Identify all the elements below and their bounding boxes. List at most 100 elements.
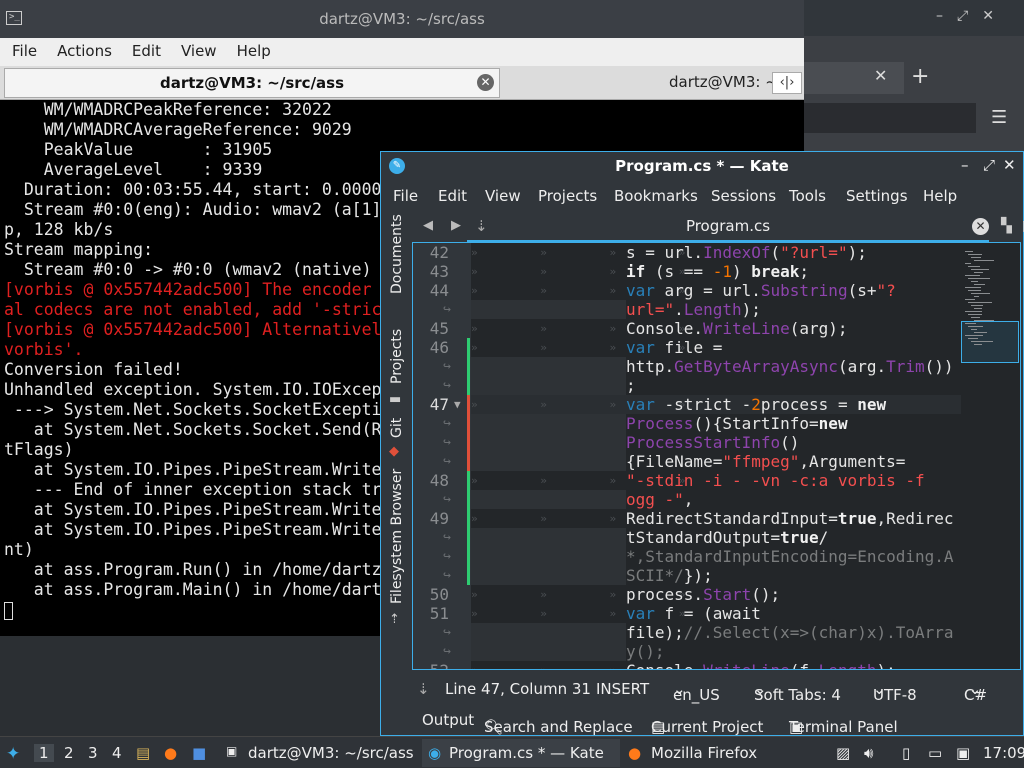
menu-bookmarks[interactable]: Bookmarks xyxy=(614,187,698,205)
close-tab-icon[interactable]: ✕ xyxy=(972,218,989,235)
terminal-tab-active[interactable]: dartz@VM3: ~/src/ass ✕ xyxy=(4,68,500,98)
menu-help[interactable]: Help xyxy=(923,187,957,205)
close-icon[interactable]: ✕ xyxy=(1003,156,1016,174)
code-line[interactable]: ↪ ProcessStartInfo() xyxy=(443,433,961,452)
tab-label: dartz@VM3: ~/ xyxy=(669,73,783,91)
split-view-icons[interactable]: ▚▯ xyxy=(1001,218,1024,234)
code-line[interactable]: 45 » » » » Console.WriteLine(arg); xyxy=(430,319,961,338)
code-line[interactable]: ↪ ogg -", xyxy=(443,490,961,509)
workspace-4[interactable]: 4 xyxy=(112,744,122,762)
tool-output[interactable]: Output xyxy=(422,711,474,729)
code-line[interactable]: 43 » » » » if (s == -1) break; xyxy=(430,262,961,281)
code-line[interactable]: 49 » » » » RedirectStandardInput=true,Redi… xyxy=(430,509,961,528)
code-line[interactable]: ↪ *,StandardInputEncoding=Encoding.A xyxy=(443,547,961,566)
firefox-launcher-icon[interactable]: ● xyxy=(164,744,177,762)
notes-icon[interactable]: ▯ xyxy=(902,744,910,762)
code-line[interactable]: ↪ y(); xyxy=(443,642,961,661)
tab-scroll-arrows[interactable]: ‹|› xyxy=(772,72,802,94)
side-tab-git[interactable]: Git xyxy=(389,418,405,438)
close-icon[interactable]: ✕ xyxy=(874,66,887,85)
whitespace-markers: » » » » xyxy=(471,265,714,278)
tray-icon[interactable]: ▣ xyxy=(956,744,970,762)
code-line[interactable]: 47 » » » » ▼ var -strict -2process = new xyxy=(430,395,961,414)
minimap[interactable] xyxy=(961,243,1020,669)
code-line[interactable]: 46 » » » » var file = xyxy=(430,338,961,357)
indent-setting[interactable]: Soft Tabs: 4 ⌄ xyxy=(754,680,841,704)
modified-line-marker xyxy=(467,452,470,471)
fold-arrow-icon[interactable]: ▼ xyxy=(454,395,461,414)
prev-doc-arrow[interactable]: ◀ xyxy=(423,218,433,233)
side-tab-documents[interactable]: Documents xyxy=(389,214,405,294)
terminal-tab-inactive[interactable]: dartz@VM3: ~/ xyxy=(503,68,783,98)
menu-edit[interactable]: Edit xyxy=(438,187,467,205)
workspace-2[interactable]: 2 xyxy=(64,744,74,762)
workspace-3[interactable]: 3 xyxy=(88,744,98,762)
maximize-icon[interactable]: ⤢ xyxy=(983,156,995,174)
hamburger-menu-icon[interactable]: ☰ xyxy=(991,107,1007,128)
code-line[interactable]: 42 » » » » s = url.IndexOf("?url="); xyxy=(430,243,961,262)
close-tab-icon[interactable]: ✕ xyxy=(477,74,494,91)
code-line[interactable]: ↪ url=".Length); xyxy=(443,300,961,319)
wrap-indent xyxy=(471,357,626,376)
firefox-url-bar[interactable] xyxy=(804,103,976,133)
code-line[interactable]: ↪ SCII*/}); xyxy=(443,566,961,585)
network-icon[interactable]: ▭ xyxy=(928,744,942,762)
menu-actions[interactable]: Actions xyxy=(47,38,122,60)
save-icon[interactable]: ⇣ xyxy=(475,217,488,235)
code-line[interactable]: 52» » » »Console.WriteLine(f.Length); xyxy=(430,661,961,669)
menu-edit[interactable]: Edit xyxy=(122,38,171,60)
code-text: var arg = url.Substring(s+"? xyxy=(626,281,896,300)
menu-help[interactable]: Help xyxy=(227,38,281,60)
minimap-line xyxy=(974,260,994,261)
code-editor[interactable]: 42» » » » s = url.IndexOf("?url="); 43» » … xyxy=(412,242,1021,670)
menu-file[interactable]: File xyxy=(0,38,47,60)
menu-settings[interactable]: Settings xyxy=(846,187,908,205)
menu-view[interactable]: View xyxy=(171,38,227,60)
minimize-icon[interactable]: – xyxy=(961,156,969,174)
background-window-controls[interactable]: –⤢✕ xyxy=(936,8,1008,24)
next-doc-arrow[interactable]: ▶ xyxy=(451,218,461,233)
menu-file[interactable]: File xyxy=(393,187,418,205)
task-terminal[interactable]: ▣ dartz@VM3: ~/src/ass xyxy=(222,739,418,767)
menu-projects[interactable]: Projects xyxy=(538,187,597,205)
code-line[interactable]: 48 » » » » "-stdin -i - -vn -c:a vorbis -f xyxy=(430,471,961,490)
desktop-icon[interactable]: ■ xyxy=(192,744,206,762)
clipboard-icon[interactable]: ▨ xyxy=(836,744,850,762)
code-line[interactable]: ↪; xyxy=(443,376,961,395)
kate-title-bar[interactable]: ✎ Program.cs * — Kate – ⤢ ✕ xyxy=(381,152,1023,182)
start-menu-icon[interactable]: ✦ xyxy=(6,744,20,764)
tab-program-cs[interactable]: Program.cs xyxy=(467,212,989,242)
cursor-position[interactable]: Line 47, Column 31 xyxy=(445,680,591,698)
task-kate[interactable]: ◉ Program.cs * — Kate xyxy=(422,739,620,767)
syntax-mode[interactable]: C# ⌄ xyxy=(964,680,987,704)
code-line[interactable]: ↪ http.GetByteArrayAsync(arg.Trim()) xyxy=(443,357,961,376)
workspace-1[interactable]: 1 xyxy=(34,744,54,762)
menu-tools[interactable]: Tools xyxy=(789,187,826,205)
code-line[interactable]: ↪ {FileName="ffmpeg",Arguments= xyxy=(443,452,961,471)
firefox-tab[interactable] xyxy=(804,62,904,94)
code-area[interactable]: 42» » » » s = url.IndexOf("?url="); 43» » … xyxy=(430,243,961,669)
code-line[interactable]: ↪ Process(){StartInfo=new xyxy=(443,414,961,433)
side-tab-filesystem-browser[interactable]: Filesystem Browser xyxy=(389,469,405,604)
clock[interactable]: 17:09 xyxy=(983,744,1024,762)
new-tab-icon[interactable]: + xyxy=(911,64,929,89)
file-manager-icon[interactable]: ▤ xyxy=(136,744,150,762)
encoding-setting[interactable]: UTF-8 ⌄ xyxy=(873,680,917,704)
volume-icon[interactable]: 🔊︎ xyxy=(864,744,873,762)
input-mode[interactable]: INSERT xyxy=(596,680,649,698)
code-line[interactable]: ↪ file);//.Select(x=>(char)x).ToArra xyxy=(443,623,961,642)
code-line[interactable]: 44 » » » » var arg = url.Substring(s+"? xyxy=(430,281,961,300)
terminal-title-bar[interactable]: >_ dartz@VM3: ~/src/ass xyxy=(0,0,804,38)
code-line[interactable]: 50 » » » » process.Start(); xyxy=(430,585,961,604)
side-tab-projects[interactable]: Projects xyxy=(389,329,405,384)
minimap-viewport[interactable] xyxy=(961,321,1019,363)
menu-view[interactable]: View xyxy=(485,187,521,205)
code-line[interactable]: 51 » » » » var f = (await xyxy=(430,604,961,623)
code-line[interactable]: ↪ tStandardOutput=true/ xyxy=(443,528,961,547)
task-firefox[interactable]: ● Mozilla Firefox xyxy=(624,739,824,767)
spell-language[interactable]: en_US ⌄ xyxy=(673,680,720,704)
menu-sessions[interactable]: Sessions xyxy=(711,187,776,205)
code-text: SCII*/}); xyxy=(626,566,713,585)
download-icon[interactable]: ⇣ xyxy=(417,680,430,698)
minimap-line xyxy=(968,290,981,291)
